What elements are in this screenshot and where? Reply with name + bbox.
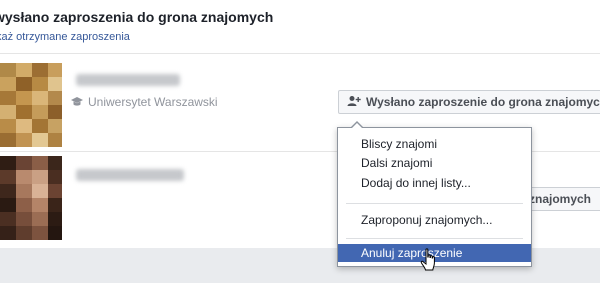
menu-caret bbox=[351, 123, 363, 129]
friend-school: Uniwersytet Warszawski bbox=[70, 95, 218, 109]
request-button-label: Wysłano zaproszenie do grona znajomych bbox=[366, 95, 600, 109]
friend-request-sent-button[interactable]: Wysłano zaproszenie do grona znajomych bbox=[338, 90, 600, 114]
page-title: wysłano zaproszenia do grona znajomych bbox=[0, 9, 274, 25]
graduation-cap-icon bbox=[70, 96, 84, 108]
friend-request-dropdown-menu: Bliscy znajomi Dalsi znajomi Dodaj do in… bbox=[337, 121, 532, 267]
school-name: Uniwersytet Warszawski bbox=[88, 95, 218, 109]
friend-name-blurred[interactable] bbox=[76, 169, 184, 181]
friend-name-blurred[interactable] bbox=[76, 74, 180, 86]
menu-item-suggest-friends[interactable]: Zaproponuj znajomych... bbox=[338, 211, 531, 229]
menu-item-close-friends[interactable]: Bliscy znajomi bbox=[338, 135, 531, 153]
divider bbox=[0, 53, 600, 54]
menu-item-add-to-list[interactable]: Dodaj do innej listy... bbox=[338, 174, 531, 192]
profile-photo[interactable] bbox=[0, 63, 62, 147]
profile-photo[interactable] bbox=[0, 156, 62, 240]
add-friend-icon bbox=[347, 95, 361, 110]
hand-cursor-icon bbox=[420, 248, 438, 277]
menu-item-acquaintances[interactable]: Dalsi znajomi bbox=[338, 154, 531, 172]
received-requests-link[interactable]: każ otrzymane zaproszenia bbox=[0, 31, 130, 43]
menu-separator bbox=[346, 203, 523, 204]
menu-separator bbox=[346, 238, 523, 239]
friend-request-sent-button[interactable]: znajomych bbox=[520, 187, 600, 211]
